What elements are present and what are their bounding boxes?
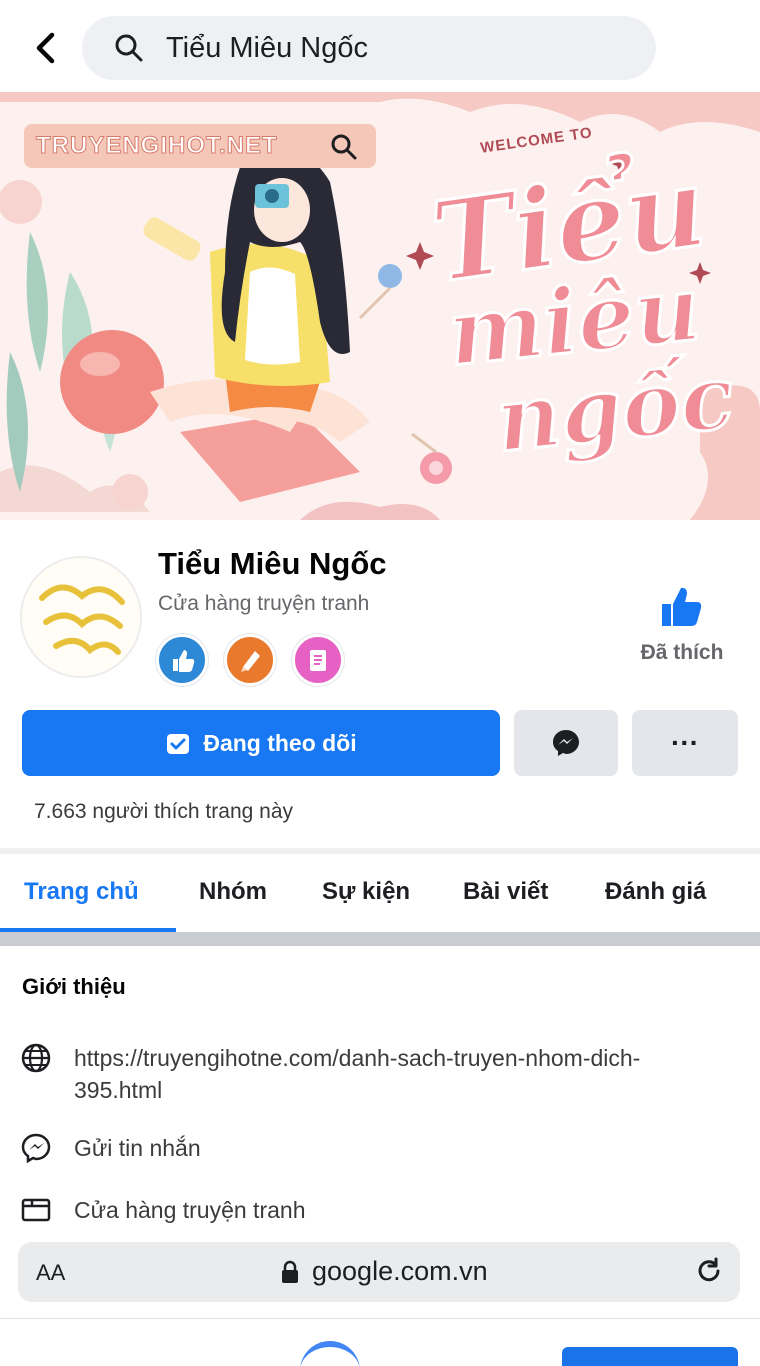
page-category: Cửa hàng truyện tranh bbox=[158, 592, 370, 615]
search-icon bbox=[331, 134, 357, 160]
fans-badge-icon[interactable] bbox=[156, 634, 208, 686]
top-bar: Tiểu Miêu Ngốc bbox=[0, 0, 760, 92]
shop-icon bbox=[21, 1198, 51, 1222]
checklist-badge-icon[interactable] bbox=[292, 634, 344, 686]
search-field[interactable]: Tiểu Miêu Ngốc bbox=[82, 16, 656, 80]
globe-icon bbox=[21, 1043, 51, 1073]
website-link[interactable]: https://truyengihotne.com/danh-sach-truy… bbox=[74, 1042, 714, 1106]
search-icon bbox=[115, 34, 143, 62]
tab-posts[interactable]: Bài viết bbox=[463, 878, 548, 906]
tabs-bar: Trang chủ Nhóm Sự kiện Bài viết Đánh giá bbox=[0, 856, 760, 932]
divider bbox=[0, 848, 760, 854]
tab-reviews[interactable]: Đánh giá bbox=[605, 878, 706, 906]
text-size-button[interactable]: AA bbox=[36, 1260, 65, 1286]
reload-icon[interactable] bbox=[694, 1256, 724, 1286]
category-label: Cửa hàng truyện tranh bbox=[74, 1197, 306, 1223]
site-watermark-text: TRUYENGIHOT.NET bbox=[36, 132, 278, 160]
partial-blue-button[interactable] bbox=[562, 1347, 738, 1366]
creator-badge-icon[interactable] bbox=[224, 634, 276, 686]
url-text: google.com.vn bbox=[312, 1256, 488, 1286]
following-button[interactable]: Đang theo dõi bbox=[22, 710, 500, 776]
intro-heading: Giới thiệu bbox=[22, 974, 126, 999]
browser-address-bar[interactable]: AA google.com.vn bbox=[18, 1242, 740, 1302]
bottom-partial-strip bbox=[0, 1318, 760, 1366]
url-field[interactable]: google.com.vn bbox=[280, 1256, 488, 1287]
likes-count: 7.663 người thích trang này bbox=[34, 800, 293, 823]
google-logo-partial bbox=[300, 1341, 360, 1366]
site-watermark-badge: TRUYENGIHOT.NET bbox=[24, 124, 376, 168]
messenger-icon bbox=[553, 730, 579, 756]
liked-label: Đã thích bbox=[640, 641, 724, 664]
category-row: Cửa hàng truyện tranh bbox=[20, 1194, 305, 1226]
messenger-icon bbox=[21, 1133, 51, 1164]
send-message-row[interactable]: Gửi tin nhắn bbox=[20, 1132, 201, 1164]
back-arrow-icon[interactable] bbox=[26, 26, 66, 70]
badges-row bbox=[156, 634, 344, 686]
lock-icon bbox=[282, 1260, 298, 1283]
search-query: Tiểu Miêu Ngốc bbox=[166, 31, 369, 64]
liked-button[interactable]: Đã thích bbox=[632, 582, 732, 665]
messenger-button[interactable] bbox=[514, 710, 618, 776]
divider bbox=[0, 932, 760, 946]
send-message-label: Gửi tin nhắn bbox=[74, 1135, 201, 1161]
website-row[interactable]: https://truyengihotne.com/danh-sach-truy… bbox=[20, 1042, 714, 1106]
tab-home[interactable]: Trang chủ bbox=[24, 878, 139, 906]
tab-events[interactable]: Sự kiện bbox=[322, 878, 410, 906]
page-name: Tiểu Miêu Ngốc bbox=[158, 546, 387, 581]
more-options-button[interactable]: ··· bbox=[632, 710, 738, 776]
thumbs-up-icon bbox=[662, 587, 702, 626]
tab-groups[interactable]: Nhóm bbox=[199, 878, 267, 906]
following-label: Đang theo dõi bbox=[203, 729, 357, 756]
following-check-icon bbox=[167, 734, 190, 754]
page-avatar[interactable] bbox=[20, 556, 142, 678]
